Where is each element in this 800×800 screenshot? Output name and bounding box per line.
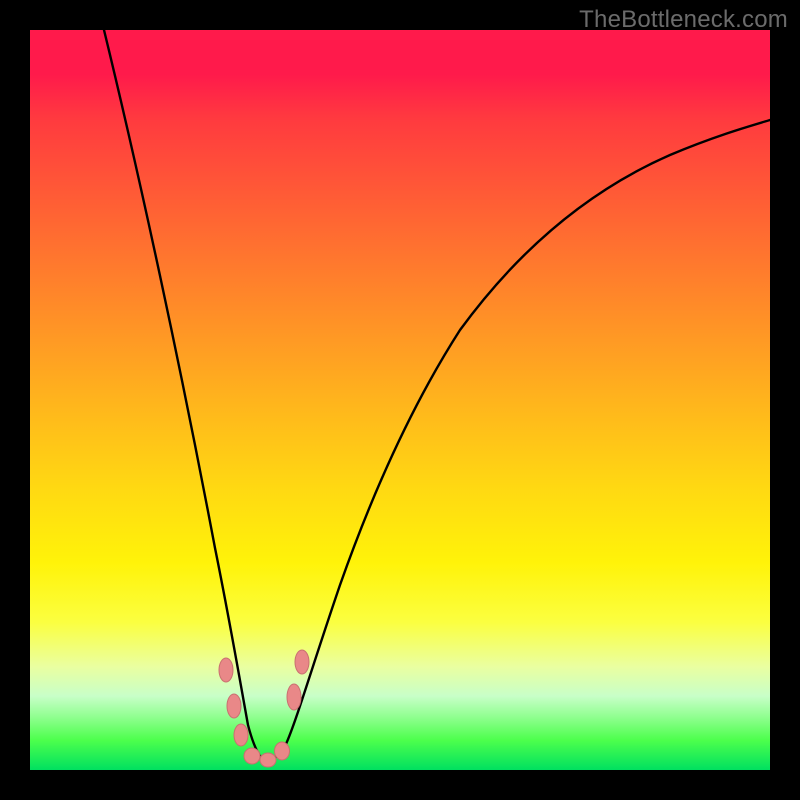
marker-dot <box>295 650 309 674</box>
plot-area <box>30 30 770 770</box>
watermark-text: TheBottleneck.com <box>579 6 788 34</box>
trough-markers <box>219 650 309 767</box>
marker-dot <box>219 658 233 682</box>
marker-dot <box>287 684 301 710</box>
marker-dot <box>234 724 248 746</box>
marker-dot <box>244 748 260 764</box>
bottleneck-curve <box>30 30 770 770</box>
marker-dot <box>275 742 290 760</box>
chart-frame: TheBottleneck.com <box>0 0 800 800</box>
curve-path <box>104 30 770 760</box>
marker-dot <box>260 753 276 767</box>
marker-dot <box>227 694 241 718</box>
